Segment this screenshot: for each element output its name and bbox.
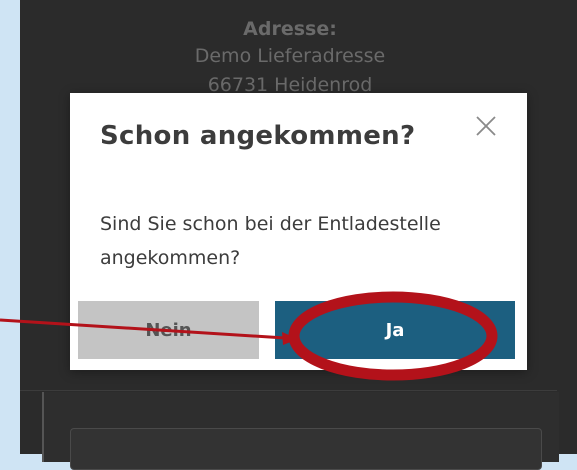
arrival-dialog: Schon angekommen? Sind Sie schon bei der… bbox=[70, 93, 527, 370]
background-bottom-card bbox=[70, 428, 542, 470]
background-separator bbox=[20, 390, 557, 391]
address-block: Adresse: Demo Lieferadresse 66731 Heiden… bbox=[80, 16, 500, 100]
dialog-message: Sind Sie schon bei der Entladestelle ang… bbox=[100, 213, 441, 269]
tutorial-frame: Adresse: Demo Lieferadresse 66731 Heiden… bbox=[0, 0, 577, 470]
no-button[interactable]: Nein bbox=[78, 301, 259, 359]
yes-button[interactable]: Ja bbox=[275, 301, 515, 359]
address-name: Demo Lieferadresse bbox=[194, 45, 386, 67]
close-icon[interactable] bbox=[471, 111, 501, 141]
close-icon-glyph bbox=[476, 116, 496, 136]
dialog-title: Schon angekommen? bbox=[100, 121, 416, 151]
address-title: Adresse: bbox=[243, 18, 337, 40]
